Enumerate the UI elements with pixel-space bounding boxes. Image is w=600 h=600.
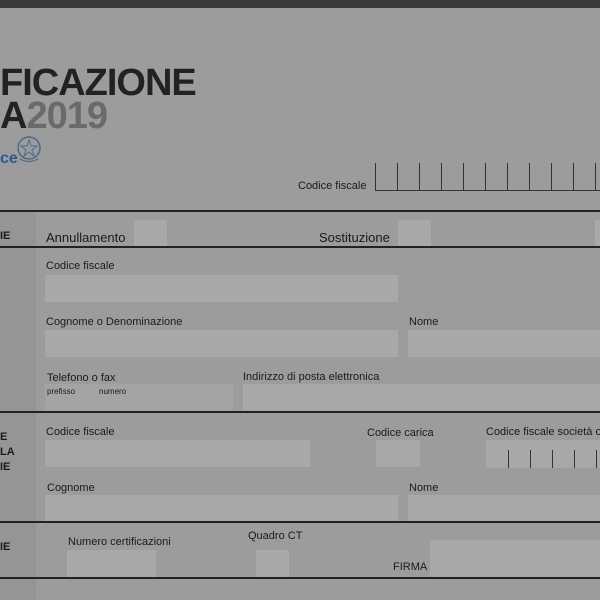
telefono-fax-label: Telefono o fax (47, 372, 116, 384)
firmatario-codice-fiscale-field[interactable] (45, 440, 310, 467)
cognome-denominazione-label: Cognome o Denominazione (46, 316, 183, 328)
section-side-col (0, 248, 36, 412)
cognome-denominazione-field[interactable] (45, 330, 398, 357)
form-title-prefix: A (0, 95, 27, 137)
divider (0, 210, 600, 212)
form-title-year: 2019 (26, 95, 108, 137)
republic-emblem-icon (17, 136, 41, 163)
numero-certificazioni-field[interactable] (67, 550, 156, 577)
firmatario-nome-label: Nome (409, 482, 439, 494)
section-label-firma: IE (0, 541, 11, 553)
firmatario-nome-field[interactable] (408, 495, 600, 522)
codice-carica-label: Codice carica (367, 427, 434, 439)
header-codice-fiscale-field[interactable] (375, 163, 600, 191)
top-bar (0, 0, 600, 8)
firma-field[interactable] (430, 540, 600, 577)
sostituzione-checkbox[interactable] (398, 220, 431, 246)
section-side-col (0, 579, 36, 600)
email-label: Indirizzo di posta elettronica (243, 371, 380, 383)
codice-carica-field[interactable] (376, 440, 420, 467)
email-field[interactable] (243, 384, 600, 411)
numero-label-overlay: numero (99, 387, 127, 396)
section-label-type: IE (0, 230, 11, 242)
numero-certificazioni-label: Numero certificazioni (68, 536, 171, 548)
contribuente-codice-fiscale-label: Codice fiscale (46, 260, 115, 272)
nome-label: Nome (409, 316, 439, 328)
nome-field[interactable] (408, 330, 600, 357)
divider (0, 411, 600, 413)
cf-societa-label: Codice fiscale società o ente (486, 426, 600, 438)
divider (0, 521, 600, 523)
divider (0, 246, 600, 248)
prefisso-label-overlay: prefisso (47, 387, 76, 396)
quadro-ct-label: Quadro CT (248, 530, 303, 542)
annullamento-checkbox[interactable] (134, 220, 167, 246)
firmatario-codice-fiscale-label: Codice fiscale (46, 426, 115, 438)
section-label-firmatario: E LA IE (0, 431, 15, 473)
header-codice-fiscale-label: Codice fiscale (298, 180, 367, 192)
annullamento-label: Annullamento (46, 230, 126, 245)
sostituzione-label: Sostituzione (319, 230, 390, 245)
firmatario-cognome-label: Cognome (47, 482, 95, 494)
form-title-line2: A2019 (0, 95, 108, 138)
contribuente-codice-fiscale-field[interactable] (45, 275, 398, 302)
firmatario-cognome-field[interactable] (45, 495, 398, 522)
firma-label: FIRMA (393, 561, 428, 573)
quadro-ct-checkbox[interactable] (256, 550, 289, 577)
divider (0, 577, 600, 579)
cf-societa-field[interactable] (486, 440, 600, 468)
extra-checkbox-edge[interactable] (595, 220, 600, 246)
